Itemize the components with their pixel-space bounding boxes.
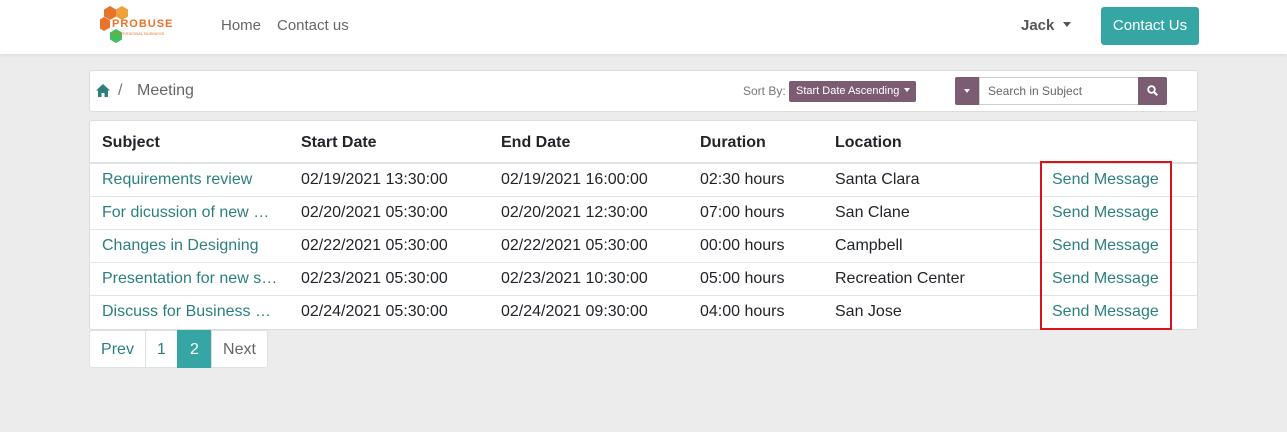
subject-link[interactable]: Discuss for Business Growth: [102, 303, 278, 321]
sort-label: Sort By:: [743, 84, 786, 98]
home-icon[interactable]: [96, 84, 110, 97]
search-input[interactable]: [979, 77, 1139, 105]
row-divider: [90, 262, 1197, 263]
user-menu[interactable]: Jack: [1021, 17, 1072, 34]
contact-us-button[interactable]: Contact Us: [1101, 7, 1199, 45]
pagination: Prev 1 2 Next: [89, 330, 268, 368]
row-divider: [90, 295, 1197, 296]
start-date-cell: 02/20/2021 05:30:00: [301, 204, 448, 221]
breadcrumb-current: Meeting: [137, 82, 194, 99]
caret-down-icon: [904, 88, 911, 92]
search-button[interactable]: [1138, 77, 1167, 105]
nav-contact-link[interactable]: Contact us: [277, 17, 349, 34]
row-divider: [90, 229, 1197, 230]
nav-home-link[interactable]: Home: [221, 17, 261, 34]
caret-down-icon: [964, 89, 970, 93]
duration-cell: 00:00 hours: [700, 237, 785, 254]
sort-value: Start Date Ascending: [796, 85, 900, 97]
top-navbar: PROBUSE PROFESSIONAL BUSINESS Home Conta…: [0, 0, 1287, 54]
duration-cell: 02:30 hours: [700, 171, 785, 188]
table-row: Requirements review 02/19/2021 13:30:00 …: [90, 163, 1197, 196]
subject-link[interactable]: Requirements review: [102, 171, 278, 189]
pagination-page-2[interactable]: 2: [177, 330, 212, 368]
duration-cell: 07:00 hours: [700, 204, 785, 221]
breadcrumb-separator: /: [118, 82, 123, 99]
end-date-cell: 02/24/2021 09:30:00: [501, 303, 648, 320]
header-end-date[interactable]: End Date: [501, 134, 570, 152]
breadcrumb-bar: / Meeting Sort By: Start Date Ascending: [89, 70, 1198, 112]
end-date-cell: 02/20/2021 12:30:00: [501, 204, 648, 221]
duration-cell: 04:00 hours: [700, 303, 785, 320]
end-date-cell: 02/19/2021 16:00:00: [501, 171, 648, 188]
subject-link[interactable]: For dicussion of new Project: [102, 204, 278, 222]
location-cell: San Clane: [835, 204, 910, 221]
table-row: Presentation for new sales 02/23/2021 05…: [90, 262, 1197, 295]
duration-cell: 05:00 hours: [700, 270, 785, 287]
pagination-page-1[interactable]: 1: [145, 330, 178, 368]
pagination-next[interactable]: Next: [211, 330, 268, 368]
location-cell: San Jose: [835, 303, 902, 320]
caret-down-icon: [1063, 22, 1072, 27]
header-duration[interactable]: Duration: [700, 134, 766, 152]
send-message-highlight-box: [1040, 161, 1172, 330]
search-filter-dropdown[interactable]: [955, 77, 979, 105]
subject-link[interactable]: Presentation for new sales: [102, 270, 278, 288]
table-row: For dicussion of new Project 02/20/2021 …: [90, 196, 1197, 229]
end-date-cell: 02/22/2021 05:30:00: [501, 237, 648, 254]
row-divider: [90, 196, 1197, 197]
header-location[interactable]: Location: [835, 134, 902, 152]
header-start-date[interactable]: Start Date: [301, 134, 377, 152]
start-date-cell: 02/22/2021 05:30:00: [301, 237, 448, 254]
end-date-cell: 02/23/2021 10:30:00: [501, 270, 648, 287]
location-cell: Recreation Center: [835, 270, 965, 287]
location-cell: Campbell: [835, 237, 903, 254]
table-row: Changes in Designing 02/22/2021 05:30:00…: [90, 229, 1197, 262]
logo-text: PROBUSE: [112, 18, 174, 30]
pagination-prev[interactable]: Prev: [89, 330, 146, 368]
meetings-table: Subject Start Date End Date Duration Loc…: [89, 120, 1198, 330]
sort-dropdown[interactable]: Start Date Ascending: [789, 81, 916, 102]
user-name: Jack: [1021, 17, 1055, 34]
start-date-cell: 02/24/2021 05:30:00: [301, 303, 448, 320]
location-cell: Santa Clara: [835, 171, 920, 188]
header-subject[interactable]: Subject: [102, 134, 160, 152]
logo-subtext: PROFESSIONAL BUSINESS: [112, 31, 165, 36]
start-date-cell: 02/23/2021 05:30:00: [301, 270, 448, 287]
search-icon: [1147, 85, 1158, 96]
subject-link[interactable]: Changes in Designing: [102, 237, 278, 255]
table-row: Discuss for Business Growth 02/24/2021 0…: [90, 295, 1197, 328]
start-date-cell: 02/19/2021 13:30:00: [301, 171, 448, 188]
